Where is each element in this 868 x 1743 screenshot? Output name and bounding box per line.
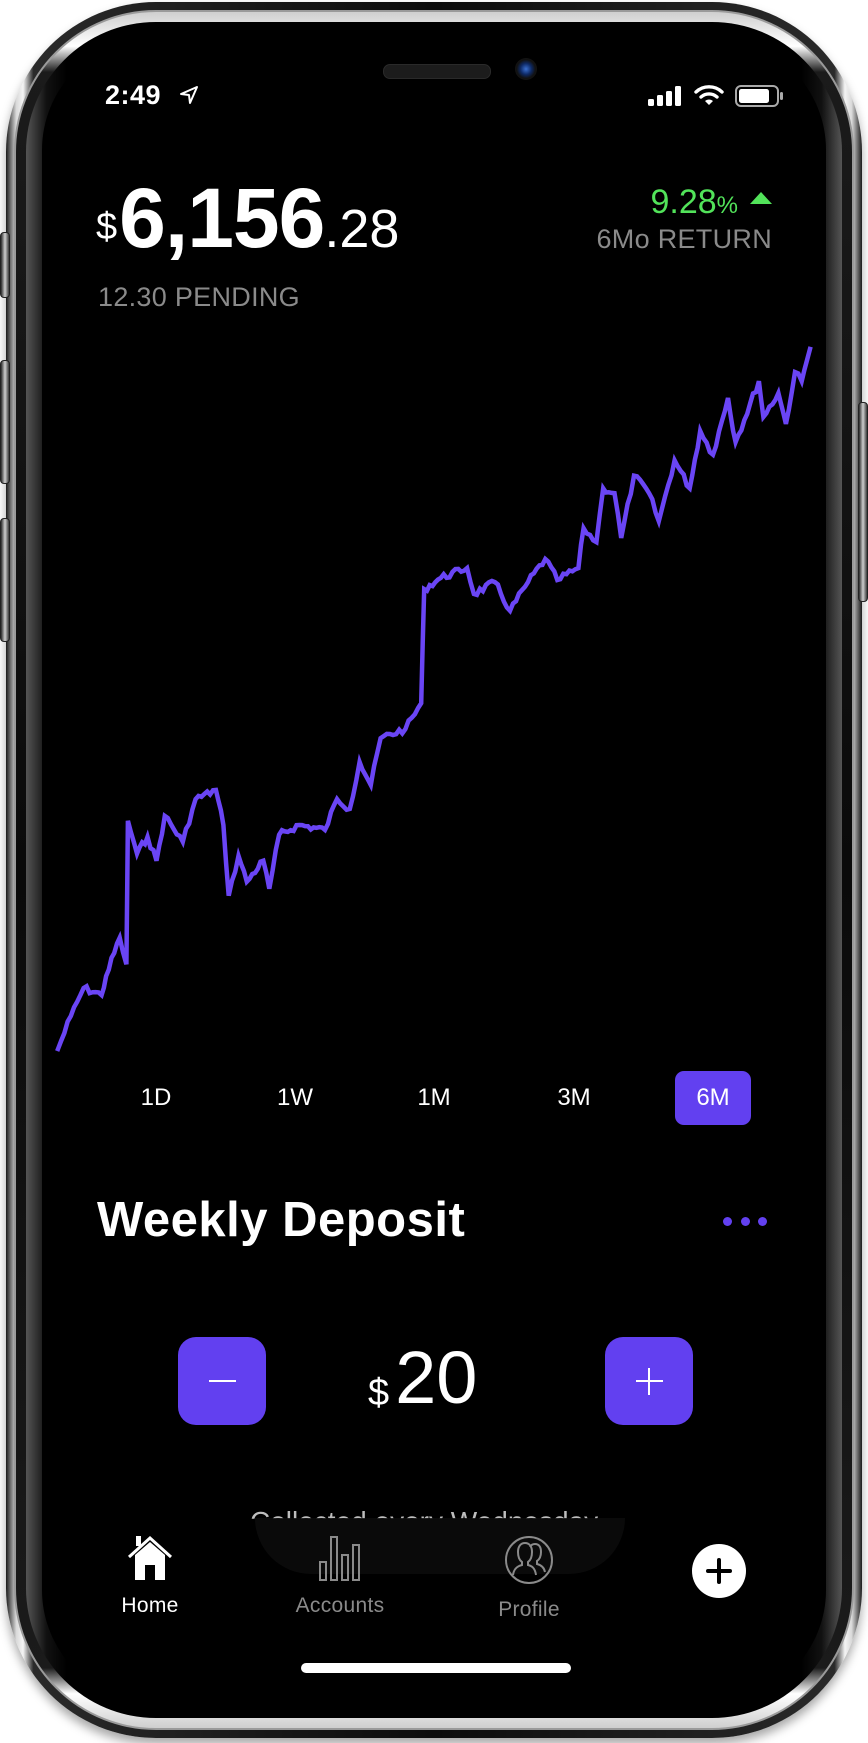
front-camera [515,58,537,80]
decrease-deposit-button[interactable] [178,1337,266,1425]
balance-amount: $6,156.28 [96,170,399,267]
cellular-signal-icon [648,86,681,106]
power-button [858,402,868,602]
balance-whole: 6,156 [119,171,325,265]
status-time: 2:49 [105,80,162,110]
plus-circle-icon [717,1558,721,1584]
volume-up-button [0,360,10,484]
nav-home-label: Home [121,1594,179,1617]
range-tab-1w[interactable]: 1W [257,1071,333,1125]
silent-switch [0,232,10,298]
weekly-deposit-title: Weekly Deposit [97,1193,466,1247]
plus-icon [648,1368,650,1395]
earpiece-speaker [383,64,491,79]
return-percent-sign: % [716,192,738,219]
home-indicator[interactable] [301,1663,571,1673]
nav-profile[interactable]: Profile [469,1535,589,1622]
deposit-amount: $20 [368,1335,477,1420]
balance-cents: .28 [324,199,400,259]
balance-currency: $ [96,206,118,248]
return-value: 9.28 [650,183,717,221]
minus-icon [209,1380,236,1382]
deposit-value: 20 [395,1336,478,1419]
trend-up-icon [750,192,772,204]
return-percent: 9.28% [596,183,772,222]
range-tab-3m[interactable]: 3M [536,1071,612,1125]
volume-down-button [0,518,10,642]
nav-accounts[interactable]: Accounts [280,1535,400,1618]
nav-home[interactable]: Home [90,1535,210,1618]
pending-amount: 12.30 PENDING [98,282,300,312]
nav-profile-label: Profile [498,1598,560,1621]
return-summary: 9.28% 6Mo RETURN [596,183,772,255]
bar-chart-icon [319,1536,360,1581]
add-button[interactable] [692,1544,746,1598]
deposit-currency: $ [368,1372,390,1414]
location-arrow-icon [180,86,198,104]
range-tab-6m[interactable]: 6M [675,1071,751,1125]
battery-icon [735,85,783,107]
home-icon [127,1535,173,1580]
more-horizontal-icon[interactable] [723,1212,767,1230]
increase-deposit-button[interactable] [605,1337,693,1425]
range-tab-1m[interactable]: 1M [396,1071,472,1125]
nav-accounts-label: Accounts [295,1594,385,1617]
range-tab-1d[interactable]: 1D [118,1071,194,1125]
return-label: 6Mo RETURN [596,224,772,254]
wifi-icon [694,85,724,105]
profile-users-icon [505,1536,553,1584]
